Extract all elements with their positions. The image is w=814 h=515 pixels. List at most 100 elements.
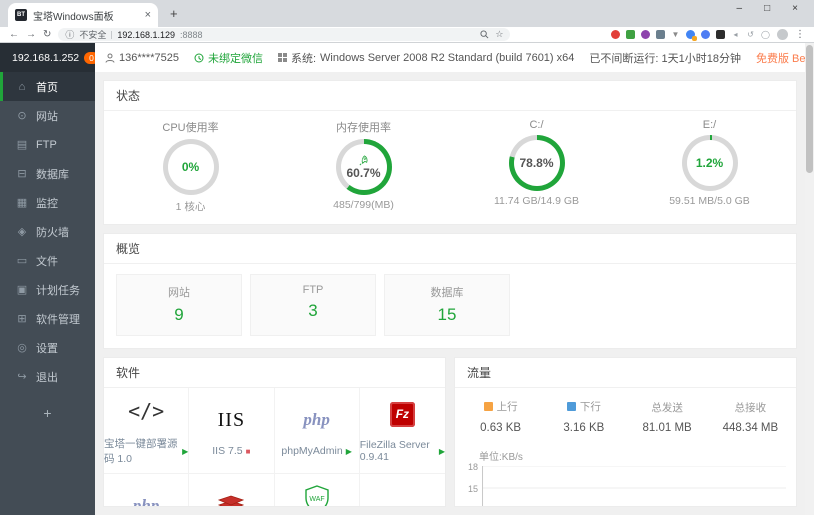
sidebar-item-label: 防火墙 (36, 226, 69, 239)
sidebar-item-files[interactable]: ▭ 文件 (0, 246, 95, 275)
forward-icon[interactable]: → (26, 29, 36, 40)
monitor-chart-icon: ▦ (16, 197, 28, 209)
software-name: FileZilla Server 0.9.41 (359, 439, 430, 463)
extension-icon[interactable]: ▼ (671, 30, 680, 39)
overview-database[interactable]: 数据库 15 (384, 274, 510, 336)
sidebar-item-firewall[interactable]: ◈ 防火墙 (0, 217, 95, 246)
extension-icons: ▼ ◂ ↺ ◯ (611, 30, 770, 41)
new-tab-button[interactable]: + (170, 6, 178, 21)
running-icon: ▶ (438, 446, 445, 456)
gauge-cpu[interactable]: CPU使用率 0% 1 核心 (104, 119, 277, 214)
wechat-bind-link[interactable]: 未绑定微信 (194, 50, 263, 66)
sidebar-item-sites[interactable]: ⊙ 网站 (0, 101, 95, 130)
security-info-icon[interactable]: ⓘ (65, 28, 74, 41)
window-close-button[interactable]: × (792, 3, 798, 14)
software-item-php52[interactable]: php PHP-5.2▶ (104, 474, 190, 507)
y-tick-label: 15 (467, 483, 478, 494)
software-name: 宝塔一键部署源码 1.0 (104, 438, 178, 465)
page-scrollbar[interactable] (805, 43, 814, 515)
extension-icon[interactable] (641, 30, 650, 39)
extension-icon[interactable] (701, 30, 710, 39)
extension-icon[interactable] (611, 30, 620, 39)
sidebar-item-home[interactable]: ⌂ 首页 (0, 72, 95, 101)
software-item-redis[interactable]: redis 1.0▶ (189, 474, 275, 506)
security-label: 不安全 (79, 30, 107, 40)
sidebar-item-database[interactable]: ⊟ 数据库 (0, 159, 95, 188)
sidebar-item-ftp[interactable]: ▤ FTP (0, 130, 95, 159)
profile-avatar[interactable] (777, 29, 788, 40)
topbar: 136****7525 未绑定微信 系统: Windows Server 200… (95, 43, 814, 72)
uptime-text: 已不间断运行: 1天1小时18分钟 (589, 52, 741, 65)
running-icon: ▶ (182, 446, 189, 456)
scrollbar-thumb[interactable] (806, 45, 813, 173)
tab-close-icon[interactable]: × (145, 9, 151, 21)
bt-panel: 192.168.1.252 0 ⌂ 首页 ⊙ 网站 ▤ FTP ⊟ 数据库 ▦ 监控 ◈ 防… (0, 43, 814, 515)
php-logo: php (303, 410, 330, 429)
url-host: 192.168.1.129 (117, 29, 175, 40)
gauge-memory[interactable]: 内存使用率 60.7% 485/799(MB) (277, 119, 450, 214)
redis-logo (218, 490, 245, 506)
gauge-disk-c[interactable]: C:/ 78.8% 11.74 GB/14.9 GB (450, 119, 623, 214)
extension-icon[interactable]: ↺ (746, 30, 755, 39)
php-logo: php (132, 496, 160, 507)
download-swatch (566, 402, 576, 411)
overview-sites[interactable]: 网站 9 (116, 274, 242, 336)
software-item-iis[interactable]: IIS IIS 7.5 ■ (189, 388, 275, 474)
tab-title: 宝塔Windows面板 (33, 11, 114, 23)
folder-icon: ▭ (16, 255, 28, 267)
user-icon (105, 53, 115, 63)
extension-icon[interactable]: ◯ (761, 30, 770, 39)
sidebar-item-label: 退出 (36, 371, 58, 384)
sidebar-item-label: FTP (36, 138, 57, 151)
memory-donut: 60.7% (335, 139, 392, 195)
y-tick-label: 12 (468, 506, 478, 507)
software-item-waf[interactable]: WAF 宝塔IIS防火墙 1.0▶ (275, 474, 360, 506)
server-header[interactable]: 192.168.1.252 0 (0, 43, 99, 72)
globe-icon: ⊙ (17, 110, 27, 122)
sidebar-add-button[interactable]: + (0, 405, 95, 421)
disk-e-donut: 1.2% (681, 135, 738, 191)
window-maximize-button[interactable]: □ (764, 3, 770, 14)
sidebar-item-label: 监控 (36, 197, 58, 210)
gear-icon: ◎ (17, 342, 27, 354)
extension-icon[interactable] (686, 30, 697, 41)
overview-ftp[interactable]: FTP 3 (250, 274, 376, 336)
cpu-donut: 0% (162, 139, 219, 195)
back-icon[interactable]: ← (9, 29, 19, 40)
software-item-phpmyadmin[interactable]: php phpMyAdmin ▶ (274, 388, 360, 474)
url-port: :8888 (179, 29, 203, 40)
sidebar-item-label: 文件 (36, 255, 58, 268)
sidebar-item-cron[interactable]: ▣ 计划任务 (0, 275, 95, 304)
account-item[interactable]: 136****7525 (105, 52, 179, 64)
system-info: 系统: Windows Server 2008 R2 Standard (bui… (277, 50, 574, 66)
sidebar-item-settings[interactable]: ◎ 设置 (0, 333, 95, 362)
database-icon: ⊟ (17, 168, 27, 180)
sidebar-item-software[interactable]: ⊞ 软件管理 (0, 304, 95, 333)
traffic-area-chart (482, 466, 786, 506)
browser-tab[interactable]: BT 宝塔Windows面板 × (8, 3, 158, 27)
address-bar[interactable]: ⓘ 不安全 192.168.1.129 :8888 ☆ (58, 28, 511, 41)
reload-icon[interactable]: ↻ (43, 29, 51, 40)
omnibox-divider (111, 30, 113, 39)
sidebar-item-monitor[interactable]: ▦ 监控 (0, 188, 95, 217)
software-item-filezilla[interactable]: Fz FileZilla Server 0.9.41 ▶ (359, 388, 445, 474)
extension-icon[interactable] (626, 30, 635, 39)
software-empty-cell (360, 474, 445, 506)
gauge-disk-e[interactable]: E:/ 1.2% 59.51 MB/5.0 GB (623, 119, 796, 214)
stat-download: 下行 3.16 KB (563, 401, 605, 434)
extension-icon[interactable] (716, 30, 725, 39)
window-minimize-button[interactable]: – (737, 3, 743, 14)
software-item-deploy[interactable]: </> 宝塔一键部署源码 1.0 ▶ (104, 388, 190, 474)
browser-menu-icon[interactable]: ⋮ (795, 29, 805, 40)
sidebar-item-label: 网站 (36, 110, 58, 123)
bookmark-star-icon[interactable]: ☆ (495, 29, 503, 40)
sidebar-item-logout[interactable]: ↪ 退出 (0, 362, 95, 391)
home-icon: ⌂ (18, 80, 26, 93)
search-icon[interactable] (480, 30, 489, 39)
wechat-label: 未绑定微信 (207, 52, 263, 65)
extension-icon[interactable] (656, 30, 665, 39)
extension-icon[interactable]: ◂ (731, 30, 740, 39)
sidebar-nav: ⌂ 首页 ⊙ 网站 ▤ FTP ⊟ 数据库 ▦ 监控 ◈ 防火墙 ▭ 文件 ▣ 计划任务 ⊞ 软件… (0, 72, 95, 391)
shield-icon: ◈ (17, 226, 27, 238)
svg-text:WAF: WAF (309, 496, 324, 503)
